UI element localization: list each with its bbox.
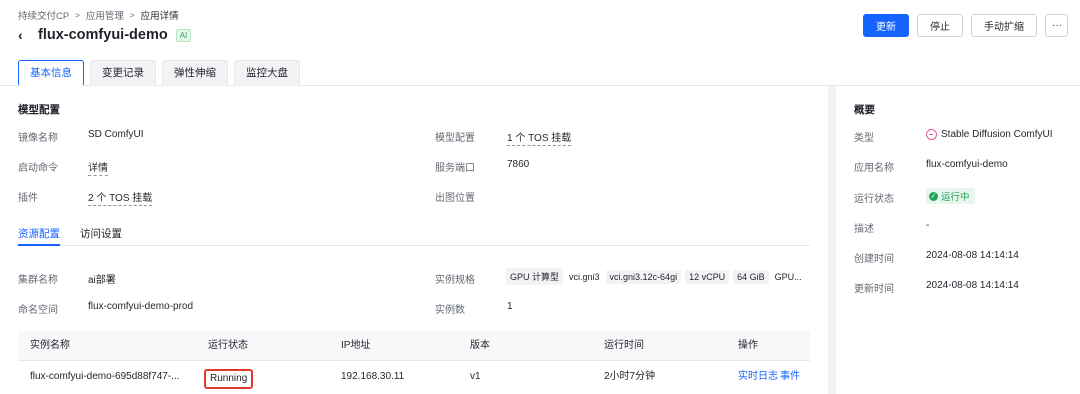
instance-count-value: 1: [507, 301, 513, 312]
status-badge: ✓ 运行中: [926, 188, 975, 204]
breadcrumb-item-app-management[interactable]: 应用管理: [86, 8, 124, 22]
instance-count-label: 实例数: [435, 305, 465, 316]
start-cmd-details-link[interactable]: 详情: [88, 159, 108, 176]
col-status: 运行状态: [208, 340, 248, 351]
col-version: 版本: [470, 340, 490, 351]
instance-spec-label: 实例规格: [435, 275, 475, 286]
main-tabs: 基本信息 变更记录 弹性伸缩 监控大盘: [18, 60, 300, 86]
resource-subtabs: 资源配置 访问设置: [18, 226, 810, 246]
created-time-value: 2024-08-08 14:14:14: [926, 250, 1019, 261]
stable-diffusion-icon: [926, 129, 937, 140]
plugin-link[interactable]: 2 个 TOS 挂载: [88, 189, 153, 206]
col-instance-name: 实例名称: [30, 340, 70, 351]
app-name-label: 应用名称: [854, 163, 894, 174]
plugin-label: 插件: [18, 193, 38, 204]
service-port-value: 7860: [507, 159, 530, 170]
tab-autoscaling[interactable]: 弹性伸缩: [162, 60, 228, 86]
overview-panel: 概要 类型 Stable Diffusion ComfyUI 应用名称 flux…: [836, 86, 1080, 394]
namespace-value: flux-comfyui-demo-prod: [88, 301, 194, 312]
overview-title: 概要: [854, 104, 875, 116]
updated-time-value: 2024-08-08 14:14:14: [926, 280, 1019, 291]
namespace-label: 命名空间: [18, 305, 58, 316]
spec-tag-gpu-type: GPU 计算型: [506, 268, 564, 285]
model-config-label: 模型配置: [435, 133, 475, 144]
spec-tag-vcpu: 12 vCPU: [685, 269, 730, 284]
tab-change-log[interactable]: 变更记录: [90, 60, 156, 86]
instance-uptime: 2小时7分钟: [604, 371, 656, 382]
run-status-label: 运行状态: [854, 194, 894, 205]
subtab-resource-config[interactable]: 资源配置: [18, 226, 60, 246]
updated-time-label: 更新时间: [854, 284, 894, 295]
spec-tag-gpu: GPU...: [774, 271, 802, 282]
image-name-label: 镜像名称: [18, 133, 58, 144]
tab-basic-info[interactable]: 基本信息: [18, 60, 84, 86]
chevron-right-icon: >: [75, 10, 80, 20]
tab-monitoring[interactable]: 监控大盘: [234, 60, 300, 86]
instance-spec-tags: GPU 计算型 vci.gni3 vci.gni3.12c-64gi 12 vC…: [506, 268, 804, 285]
col-uptime: 运行时间: [604, 340, 644, 351]
title-row: ‹ flux-comfyui-demo AI: [18, 27, 192, 43]
main-panel: 模型配置 镜像名称 SD ComfyUI 模型配置 1 个 TOS 挂载 启动命…: [0, 86, 828, 394]
realtime-log-link[interactable]: 实时日志: [738, 361, 778, 393]
status-running: Running: [204, 369, 254, 389]
service-port-label: 服务端口: [435, 163, 475, 174]
instance-version: v1: [470, 371, 481, 382]
page-title: flux-comfyui-demo: [38, 27, 168, 43]
chevron-right-icon: >: [129, 10, 135, 20]
start-cmd-label: 启动命令: [18, 163, 58, 174]
table-header: 实例名称 运行状态 IP地址 版本 运行时间 操作: [18, 331, 810, 361]
col-ip: IP地址: [341, 340, 371, 351]
table-row: flux-comfyui-demo-695d88f747-... Running…: [18, 361, 810, 393]
model-config-link[interactable]: 1 个 TOS 挂载: [507, 129, 572, 146]
back-arrow-icon[interactable]: ‹: [18, 27, 30, 43]
image-name-value: SD ComfyUI: [88, 129, 144, 140]
breadcrumb: 持续交付CP > 应用管理 > 应用详情: [18, 8, 179, 23]
check-icon: ✓: [929, 191, 938, 201]
model-config-title: 模型配置: [18, 104, 60, 116]
ai-badge: AI: [175, 28, 192, 42]
col-actions: 操作: [738, 340, 758, 351]
cluster-label: 集群名称: [18, 275, 58, 286]
breadcrumb-item-cp[interactable]: 持续交付CP: [18, 8, 69, 22]
spec-tag-family: vci.gni3: [569, 271, 600, 282]
more-options-button[interactable]: ···: [1045, 14, 1068, 37]
app-name-value: flux-comfyui-demo: [926, 159, 1008, 170]
header-actions: 更新 停止 手动扩缩 ···: [863, 14, 1068, 37]
status-text: 运行中: [941, 192, 970, 203]
instances-table: 实例名称 运行状态 IP地址 版本 运行时间 操作 flux-comfyui-d…: [18, 331, 810, 393]
page-header: 持续交付CP > 应用管理 > 应用详情 ‹ flux-comfyui-demo…: [0, 0, 1080, 86]
spec-tag-spec: vci.gni3.12c-64gi: [605, 269, 682, 284]
stop-button[interactable]: 停止: [917, 14, 963, 37]
manual-scale-button[interactable]: 手动扩缩: [971, 14, 1037, 37]
description-value: -: [926, 220, 930, 231]
spec-tag-memory: 64 GiB: [733, 269, 769, 284]
output-location-label: 出图位置: [435, 193, 475, 204]
cluster-value: ai部署: [88, 275, 116, 286]
instance-name: flux-comfyui-demo-695d88f747-...: [30, 371, 180, 382]
type-value: Stable Diffusion ComfyUI: [926, 129, 1053, 140]
events-link[interactable]: 事件: [780, 361, 800, 393]
instance-ip: 192.168.30.11: [341, 371, 405, 382]
description-label: 描述: [854, 224, 874, 235]
subtab-access-settings[interactable]: 访问设置: [80, 226, 122, 246]
breadcrumb-item-current: 应用详情: [140, 11, 179, 22]
type-text: Stable Diffusion ComfyUI: [941, 129, 1053, 140]
run-status-value: ✓ 运行中: [926, 188, 975, 204]
type-label: 类型: [854, 133, 874, 144]
created-time-label: 创建时间: [854, 254, 894, 265]
update-button[interactable]: 更新: [863, 14, 909, 37]
